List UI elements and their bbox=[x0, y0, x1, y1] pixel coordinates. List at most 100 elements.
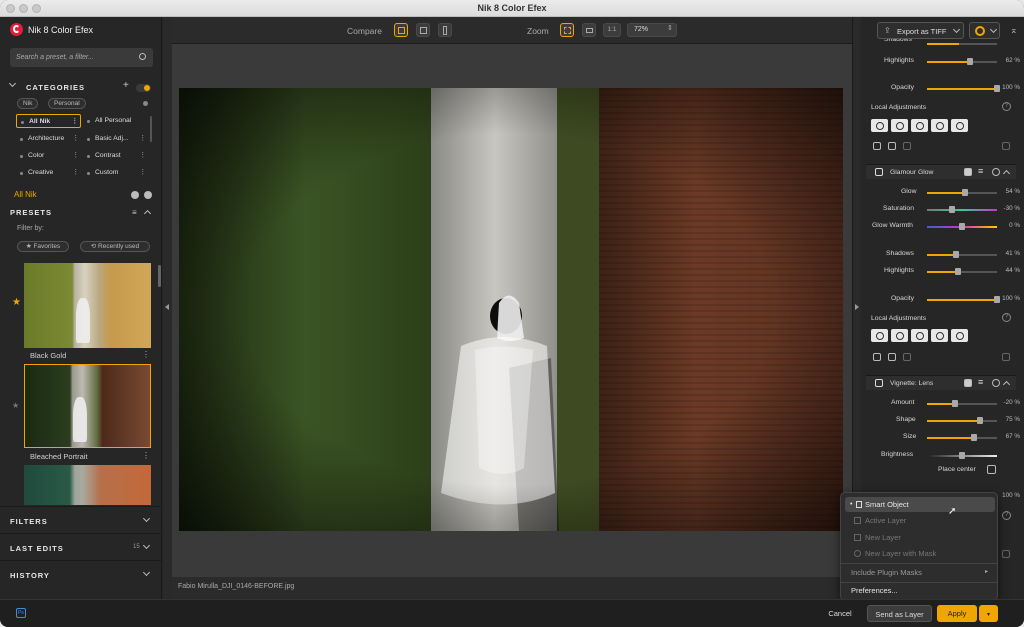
zoom-fill-button[interactable] bbox=[582, 23, 596, 37]
remove-filter-icon[interactable] bbox=[992, 379, 1000, 387]
filter-vignette-lens-header[interactable]: Vignette: Lens ≡ bbox=[866, 375, 1016, 390]
shadows-slider[interactable] bbox=[927, 43, 997, 45]
collapse-all-icon[interactable]: ⌅ bbox=[1010, 25, 1018, 36]
chevron-up-icon[interactable] bbox=[1002, 380, 1011, 389]
highlights-slider[interactable] bbox=[927, 58, 997, 65]
menu-item-preferences[interactable]: Preferences... bbox=[845, 583, 995, 598]
gradient-icon[interactable] bbox=[931, 329, 948, 342]
add-category-icon[interactable]: + bbox=[123, 80, 129, 91]
unfavorite-star-icon[interactable]: ★ bbox=[12, 401, 19, 410]
filter-glamour-glow-header[interactable]: Glamour Glow ≡ bbox=[866, 164, 1016, 179]
more-icon[interactable]: ⋮ bbox=[71, 115, 78, 129]
tab-personal[interactable]: Personal bbox=[48, 98, 86, 109]
place-center-button[interactable] bbox=[987, 465, 996, 474]
trash-icon[interactable] bbox=[1002, 550, 1010, 558]
categories-collapse-icon[interactable] bbox=[8, 79, 17, 88]
category-basic-adj[interactable]: Basic Adj... ⋮ bbox=[83, 132, 148, 146]
zoom-fit-button[interactable] bbox=[560, 23, 574, 37]
size-slider[interactable] bbox=[927, 434, 997, 441]
glow-slider[interactable] bbox=[927, 189, 997, 196]
compare-split-button[interactable] bbox=[416, 23, 430, 37]
mask-tool-icon[interactable] bbox=[873, 142, 881, 150]
shadows-slider[interactable] bbox=[927, 251, 997, 258]
gradient-icon[interactable] bbox=[931, 119, 948, 132]
filter-enabled-checkbox[interactable] bbox=[875, 379, 883, 387]
last-edits-section[interactable]: LAST EDITS 15 bbox=[0, 533, 161, 560]
remove-filter-icon[interactable] bbox=[992, 168, 1000, 176]
menu-item-smart-object[interactable]: • Smart Object bbox=[845, 497, 995, 512]
lasso-icon[interactable] bbox=[911, 329, 928, 342]
left-panel-collapse-strip[interactable] bbox=[163, 17, 172, 599]
menu-item-include-plugin-masks[interactable]: Include Plugin Masks ▸ bbox=[845, 565, 995, 580]
category-creative[interactable]: Creative ⋮ bbox=[16, 166, 81, 180]
filter-enabled-checkbox[interactable] bbox=[875, 168, 883, 176]
trash-icon[interactable] bbox=[1002, 142, 1010, 150]
add-preset-icon[interactable] bbox=[131, 191, 139, 199]
help-icon[interactable]: ? bbox=[1002, 511, 1011, 520]
category-all-personal[interactable]: All Personal bbox=[83, 114, 148, 128]
color-range-icon[interactable] bbox=[951, 329, 968, 342]
more-icon[interactable]: ⋮ bbox=[139, 149, 146, 163]
more-icon[interactable]: ⋮ bbox=[142, 350, 150, 359]
category-custom[interactable]: Custom ⋮ bbox=[83, 166, 148, 180]
preset-thumbnail-black-gold[interactable] bbox=[24, 263, 151, 348]
more-icon[interactable]: ⋮ bbox=[72, 149, 79, 163]
glow-warmth-slider[interactable] bbox=[927, 223, 997, 230]
list-view-icon[interactable]: ≡ bbox=[132, 208, 137, 217]
category-all-nik[interactable]: All Nik ⋮ bbox=[16, 114, 81, 128]
mask-tool-icon[interactable] bbox=[873, 353, 881, 361]
close-window-button[interactable] bbox=[6, 4, 15, 13]
favorite-toggle[interactable] bbox=[136, 84, 151, 92]
search-input[interactable]: Search a preset, a filter... bbox=[16, 54, 94, 61]
trash-icon[interactable] bbox=[1002, 353, 1010, 361]
minimize-window-button[interactable] bbox=[19, 4, 28, 13]
presets-collapse-icon[interactable] bbox=[143, 209, 152, 218]
recently-used-filter-button[interactable]: ⟲ Recently used bbox=[80, 241, 150, 252]
copy-icon[interactable] bbox=[903, 353, 911, 361]
brightness-slider[interactable] bbox=[927, 452, 997, 459]
preview-image[interactable] bbox=[179, 88, 843, 531]
apply-options-button[interactable]: ▾ bbox=[979, 605, 998, 622]
more-icon[interactable]: ⋮ bbox=[142, 451, 150, 460]
help-icon[interactable]: ? bbox=[1002, 313, 1011, 322]
mask-view-icon[interactable] bbox=[888, 142, 896, 150]
history-section[interactable]: HISTORY bbox=[0, 560, 161, 587]
lasso-icon[interactable] bbox=[911, 119, 928, 132]
help-icon[interactable]: ? bbox=[1002, 102, 1011, 111]
local-adjustment-tools[interactable] bbox=[871, 119, 968, 132]
maximize-window-button[interactable] bbox=[32, 4, 41, 13]
chevron-up-icon[interactable] bbox=[1002, 169, 1011, 178]
preset-thumbnail-partial[interactable] bbox=[24, 465, 151, 505]
more-icon[interactable]: ⋮ bbox=[139, 132, 146, 146]
import-preset-icon[interactable] bbox=[144, 191, 152, 199]
brush-icon[interactable] bbox=[891, 119, 908, 132]
menu-icon[interactable]: ≡ bbox=[978, 166, 983, 176]
more-icon[interactable]: ⋮ bbox=[139, 166, 146, 180]
opacity-slider[interactable] bbox=[927, 85, 1000, 92]
local-adjustment-tools[interactable] bbox=[871, 329, 968, 342]
mask-view-icon[interactable] bbox=[888, 353, 896, 361]
control-point-icon[interactable] bbox=[871, 119, 888, 132]
categories-scrollbar[interactable] bbox=[150, 116, 152, 142]
copy-icon[interactable] bbox=[903, 142, 911, 150]
tab-nik[interactable]: Nik bbox=[17, 98, 39, 109]
more-icon[interactable]: ⋮ bbox=[72, 132, 79, 146]
filters-section[interactable]: FILTERS bbox=[0, 506, 161, 533]
zoom-one-to-one-button[interactable]: 1:1 bbox=[603, 23, 621, 37]
shape-slider[interactable] bbox=[927, 417, 997, 424]
apply-button[interactable]: Apply bbox=[937, 605, 977, 622]
compare-off-button[interactable] bbox=[394, 23, 408, 37]
amount-slider[interactable] bbox=[927, 400, 997, 407]
zoom-select[interactable]: 72% ⇕ bbox=[627, 23, 677, 37]
menu-icon[interactable]: ≡ bbox=[978, 377, 983, 387]
send-as-layer-button[interactable]: Send as Layer bbox=[867, 605, 932, 622]
compare-filter-icon[interactable] bbox=[964, 168, 972, 176]
saturation-slider[interactable] bbox=[927, 206, 997, 213]
search-box[interactable]: Search a preset, a filter... bbox=[10, 48, 153, 67]
cancel-button[interactable]: Cancel bbox=[820, 605, 860, 622]
control-point-icon[interactable] bbox=[871, 329, 888, 342]
more-icon[interactable]: ⋮ bbox=[72, 166, 79, 180]
preset-thumbnail-bleached-portrait[interactable] bbox=[24, 364, 151, 448]
opacity-slider[interactable] bbox=[927, 296, 1000, 303]
highlights-slider[interactable] bbox=[927, 268, 997, 275]
